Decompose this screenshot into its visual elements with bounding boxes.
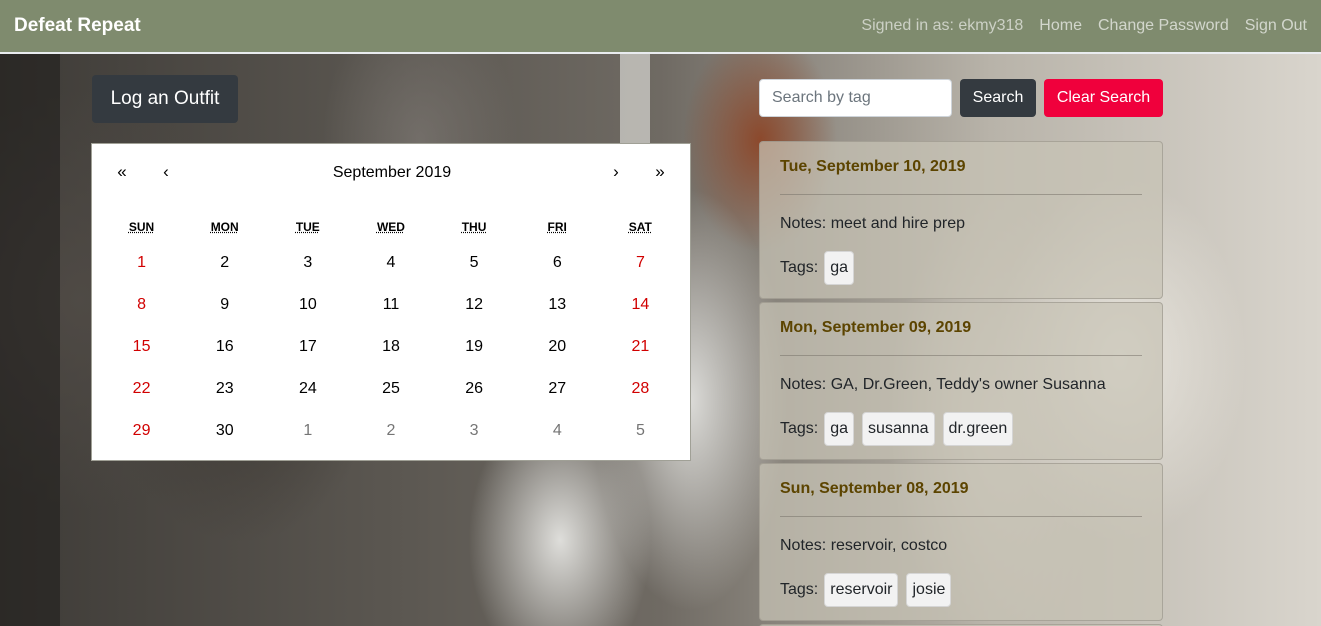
calendar-day[interactable]: 18 — [349, 326, 432, 368]
tag-chip[interactable]: ga — [824, 412, 855, 446]
outfit-tags: Tags: reservoir josie — [780, 573, 952, 607]
outfit-notes: Notes: reservoir, costco — [780, 537, 948, 554]
card-divider — [780, 355, 1142, 356]
nav-change-password-link[interactable]: Change Password — [1098, 17, 1229, 35]
calendar-day[interactable]: 30 — [183, 410, 266, 452]
calendar-day-next-month[interactable]: 1 — [266, 410, 349, 452]
search-button[interactable]: Search — [960, 79, 1036, 117]
background-shadow — [0, 54, 60, 626]
outfit-list: Tue, September 10, 2019 Notes: meet and h… — [759, 141, 1163, 626]
calendar-day[interactable]: 3 — [266, 242, 349, 284]
calendar-navigation: « ‹ September 2019 › » — [92, 144, 692, 204]
calendar-day[interactable]: 22 — [100, 368, 183, 410]
outfit-card[interactable]: Sun, September 08, 2019 Notes: reservoir,… — [759, 463, 1163, 621]
outfit-date: Mon, September 09, 2019 — [780, 319, 972, 336]
card-divider — [780, 516, 1142, 517]
calendar-day-next-month[interactable]: 5 — [599, 410, 682, 452]
calendar-month-label[interactable]: September 2019 — [292, 164, 492, 182]
calendar-day[interactable]: 17 — [266, 326, 349, 368]
tag-chip[interactable]: dr.green — [942, 412, 1014, 446]
signed-in-status: Signed in as: ekmy318 — [861, 17, 1024, 34]
navbar: Defeat Repeat Signed in as: ekmy318 Home… — [0, 0, 1321, 54]
calendar-day[interactable]: 27 — [516, 368, 599, 410]
outfit-card[interactable]: Mon, September 09, 2019 Notes: GA, Dr.Gre… — [759, 302, 1163, 460]
tag-chip[interactable]: josie — [906, 573, 952, 607]
outfit-notes: Notes: meet and hire prep — [780, 215, 965, 232]
tag-chip[interactable]: susanna — [862, 412, 935, 446]
tags-label: Tags: — [780, 581, 819, 598]
calendar-day[interactable]: 11 — [349, 284, 432, 326]
next-year-button[interactable]: » — [640, 162, 680, 182]
prev-month-button[interactable]: ‹ — [146, 162, 186, 182]
outfit-date: Tue, September 10, 2019 — [780, 158, 966, 175]
calendar-day-next-month[interactable]: 2 — [349, 410, 432, 452]
tag-chip[interactable]: reservoir — [824, 573, 899, 607]
calendar-day[interactable]: 1 — [100, 242, 183, 284]
weekday-wed: WED — [376, 220, 405, 234]
calendar-day[interactable]: 7 — [599, 242, 682, 284]
weekday-sun: SUN — [128, 220, 155, 234]
calendar-day[interactable]: 6 — [516, 242, 599, 284]
card-divider — [780, 194, 1142, 195]
nav-home-link[interactable]: Home — [1039, 17, 1082, 35]
calendar-days: 1 2 3 4 5 6 7 8 9 10 11 12 13 14 15 16 17 18 19 20 21 22 23 24 2… — [100, 242, 682, 452]
calendar: « ‹ September 2019 › » SUN MON TUE WED T… — [91, 143, 691, 461]
calendar-day[interactable]: 21 — [599, 326, 682, 368]
weekday-tue: TUE — [295, 220, 320, 234]
calendar-day[interactable]: 9 — [183, 284, 266, 326]
calendar-day-next-month[interactable]: 4 — [516, 410, 599, 452]
calendar-day[interactable]: 4 — [349, 242, 432, 284]
tag-chip[interactable]: ga — [824, 251, 855, 285]
calendar-day[interactable]: 15 — [100, 326, 183, 368]
calendar-day[interactable]: 29 — [100, 410, 183, 452]
calendar-day[interactable]: 24 — [266, 368, 349, 410]
calendar-day[interactable]: 25 — [349, 368, 432, 410]
outfit-tags: Tags: ga susanna dr.green — [780, 412, 1014, 446]
calendar-day[interactable]: 19 — [433, 326, 516, 368]
nav-links: Signed in as: ekmy318 Home Change Passwo… — [861, 17, 1307, 35]
search-tag-input[interactable] — [759, 79, 952, 117]
calendar-day[interactable]: 13 — [516, 284, 599, 326]
log-outfit-button[interactable]: Log an Outfit — [92, 75, 238, 123]
calendar-day[interactable]: 16 — [183, 326, 266, 368]
weekday-thu: THU — [461, 220, 487, 234]
calendar-weekdays: SUN MON TUE WED THU FRI SAT — [100, 220, 682, 234]
calendar-day[interactable]: 26 — [433, 368, 516, 410]
prev-year-button[interactable]: « — [102, 162, 142, 182]
tags-label: Tags: — [780, 259, 819, 276]
weekday-mon: MON — [210, 220, 239, 234]
brand-title[interactable]: Defeat Repeat — [14, 15, 141, 37]
clear-search-button[interactable]: Clear Search — [1044, 79, 1163, 117]
tags-label: Tags: — [780, 420, 819, 437]
weekday-fri: FRI — [547, 220, 567, 234]
outfit-date: Sun, September 08, 2019 — [780, 480, 969, 497]
calendar-day[interactable]: 20 — [516, 326, 599, 368]
calendar-day[interactable]: 28 — [599, 368, 682, 410]
calendar-day[interactable]: 23 — [183, 368, 266, 410]
calendar-day[interactable]: 2 — [183, 242, 266, 284]
calendar-day[interactable]: 5 — [433, 242, 516, 284]
calendar-day-next-month[interactable]: 3 — [433, 410, 516, 452]
calendar-day[interactable]: 8 — [100, 284, 183, 326]
outfit-card[interactable]: Tue, September 10, 2019 Notes: meet and h… — [759, 141, 1163, 299]
calendar-day[interactable]: 14 — [599, 284, 682, 326]
outfit-notes: Notes: GA, Dr.Green, Teddy's owner Susan… — [780, 376, 1106, 393]
calendar-day[interactable]: 12 — [433, 284, 516, 326]
nav-sign-out-link[interactable]: Sign Out — [1245, 17, 1307, 35]
calendar-day[interactable]: 10 — [266, 284, 349, 326]
outfit-tags: Tags: ga — [780, 251, 855, 285]
weekday-sat: SAT — [628, 220, 652, 234]
next-month-button[interactable]: › — [596, 162, 636, 182]
